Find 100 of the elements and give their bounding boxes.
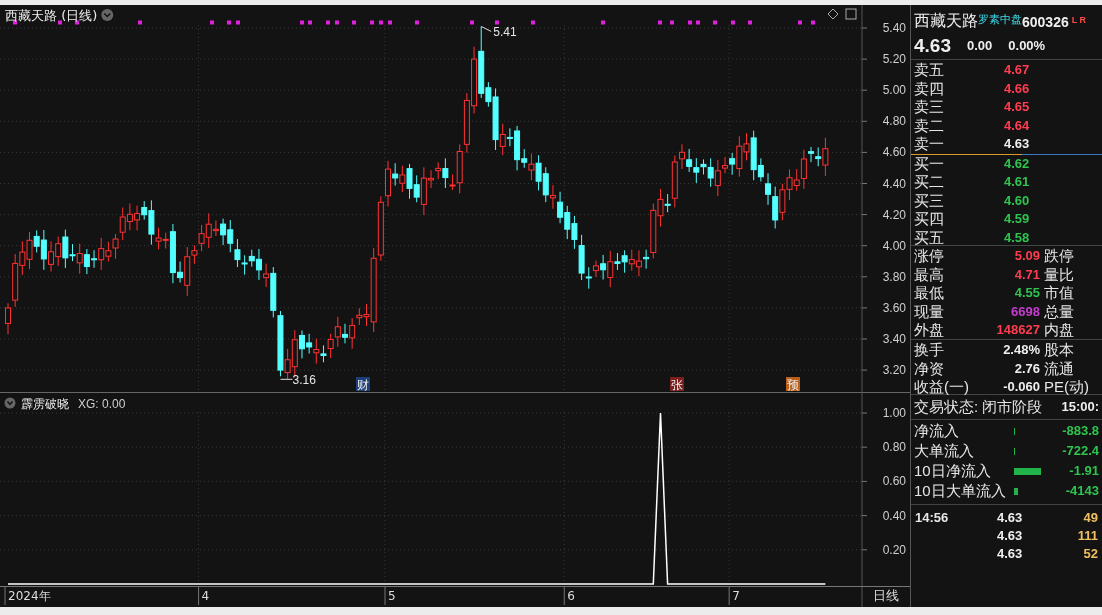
order-label: 卖五 [914,61,945,80]
price-axis-label: 5.40 [882,21,906,35]
order-price: 4.64 [1004,116,1031,135]
status-label: 交易状态: [914,396,979,417]
tick-price: 4.63 [997,527,1024,545]
price-axis-label: 4.40 [882,176,906,191]
stat-label: PE(动) [1044,378,1090,397]
stat-label: 市值 [1044,284,1075,303]
event-tag[interactable]: 张 [670,377,684,392]
stat-value: 2.76 [1013,359,1040,378]
leader-line [279,378,293,380]
stat-label: 换手 [914,341,945,360]
order-label: 买五 [914,228,945,247]
stat-value: 2.48% [1002,341,1040,359]
indicator-title: 霹雳破晓 [21,397,69,411]
stat-value: 4.55 [1013,284,1040,302]
price-axis-label: 3.60 [882,300,906,315]
order-price: 4.61 [1004,173,1031,191]
period-label: 日线 [873,588,899,603]
price-change: 0.00 [967,37,993,56]
board-label: 罗素中盘 [978,11,1022,25]
tick-price: 4.63 [997,545,1024,563]
date-axis-label: 6 [567,589,575,603]
price-axis-label: 3.80 [882,269,906,284]
order-price: 4.58 [1004,228,1031,247]
order-price: 4.66 [1004,79,1031,98]
y-axis-label: 1.00 [882,406,906,420]
order-price: 4.59 [1004,210,1031,228]
tick-volume: 49 [1082,509,1098,527]
price-axis-label: 4.20 [882,207,906,222]
order-label: 买三 [914,191,945,210]
order-label: 买四 [914,210,945,229]
stat-label: 跌停 [1044,247,1075,266]
tick-time: 14:56 [915,509,950,527]
diamond-icon[interactable] [827,8,839,20]
dropdown-icon[interactable] [4,397,16,409]
tick-volume: 52 [1082,545,1098,563]
date-axis-label: 4 [201,589,210,603]
order-price: 4.63 [1004,135,1031,153]
flow-label: 10日净流入 [914,461,992,481]
tick-volume: 111 [1076,527,1098,545]
order-label: 买一 [914,154,945,173]
date-axis-label: 5 [388,589,396,603]
flow-label: 10日大单流入 [914,481,1007,501]
flow-value: -1.91 [1068,462,1099,480]
low-price-label: 3.16 [292,373,316,388]
price-axis-label: 5.20 [882,52,906,67]
flag-label: L R [1071,13,1087,27]
price-axis-label: 3.20 [882,363,906,378]
stat-label: 收益(一) [914,378,970,397]
event-tag[interactable]: 预 [786,377,800,392]
stat-value: 148627 [995,321,1040,339]
flow-label: 净流入 [914,421,960,441]
chart-title: 西藏天路 (日线) [5,8,98,23]
change-percent: 0.00% [1008,37,1046,56]
stat-label: 现量 [914,302,945,321]
dropdown-icon[interactable] [101,9,114,21]
order-price: 4.60 [1004,191,1031,210]
stat-value: -0.060 [1002,378,1040,396]
stat-label: 内盘 [1044,321,1075,340]
status-time: 15:00: [1061,398,1099,417]
stock-code: 600326 [1022,13,1069,32]
stat-value: 6698 [1010,302,1040,321]
order-label: 卖一 [914,135,945,154]
stock-name: 西藏天路 [914,11,978,31]
order-label: 买二 [914,173,945,192]
stat-value: 5.09 [1013,247,1040,265]
price-axis-label: 4.60 [882,145,906,160]
y-axis-label: 0.60 [882,474,906,489]
flow-value: -883.8 [1061,422,1099,440]
price-axis-label: 4.80 [882,114,906,129]
stat-label: 涨停 [914,247,945,266]
stat-label: 总量 [1044,302,1075,321]
flow-value: -722.4 [1061,442,1099,460]
order-price: 4.65 [1004,98,1031,116]
order-label: 卖四 [914,79,945,98]
stat-label: 流通 [1044,359,1075,378]
status-value: 闭市阶段 [982,396,1043,417]
price-axis-label: 4.00 [882,238,906,253]
tick-price: 4.63 [997,509,1024,527]
y-axis-label: 0.40 [882,508,906,523]
stat-label: 量比 [1044,265,1075,284]
price-axis-label: 3.40 [882,332,906,346]
last-price: 4.63 [914,33,951,58]
leader-line [480,25,492,32]
stat-label: 股本 [1044,341,1075,360]
order-price: 4.62 [1004,154,1031,173]
date-axis-label: 7 [732,589,740,603]
stat-label: 净资 [914,359,945,378]
flow-bar [1014,487,1018,495]
stat-label: 最低 [914,284,945,303]
price-axis-label: 5.00 [882,83,906,98]
stat-label: 外盘 [914,321,945,340]
order-price: 4.67 [1004,61,1031,79]
stat-label: 最高 [914,265,945,284]
event-tag[interactable]: 财 [356,377,370,392]
y-axis-label: 0.20 [882,542,906,557]
square-icon[interactable] [845,8,857,20]
order-label: 卖二 [914,116,945,135]
flow-value: -4143 [1064,482,1099,500]
